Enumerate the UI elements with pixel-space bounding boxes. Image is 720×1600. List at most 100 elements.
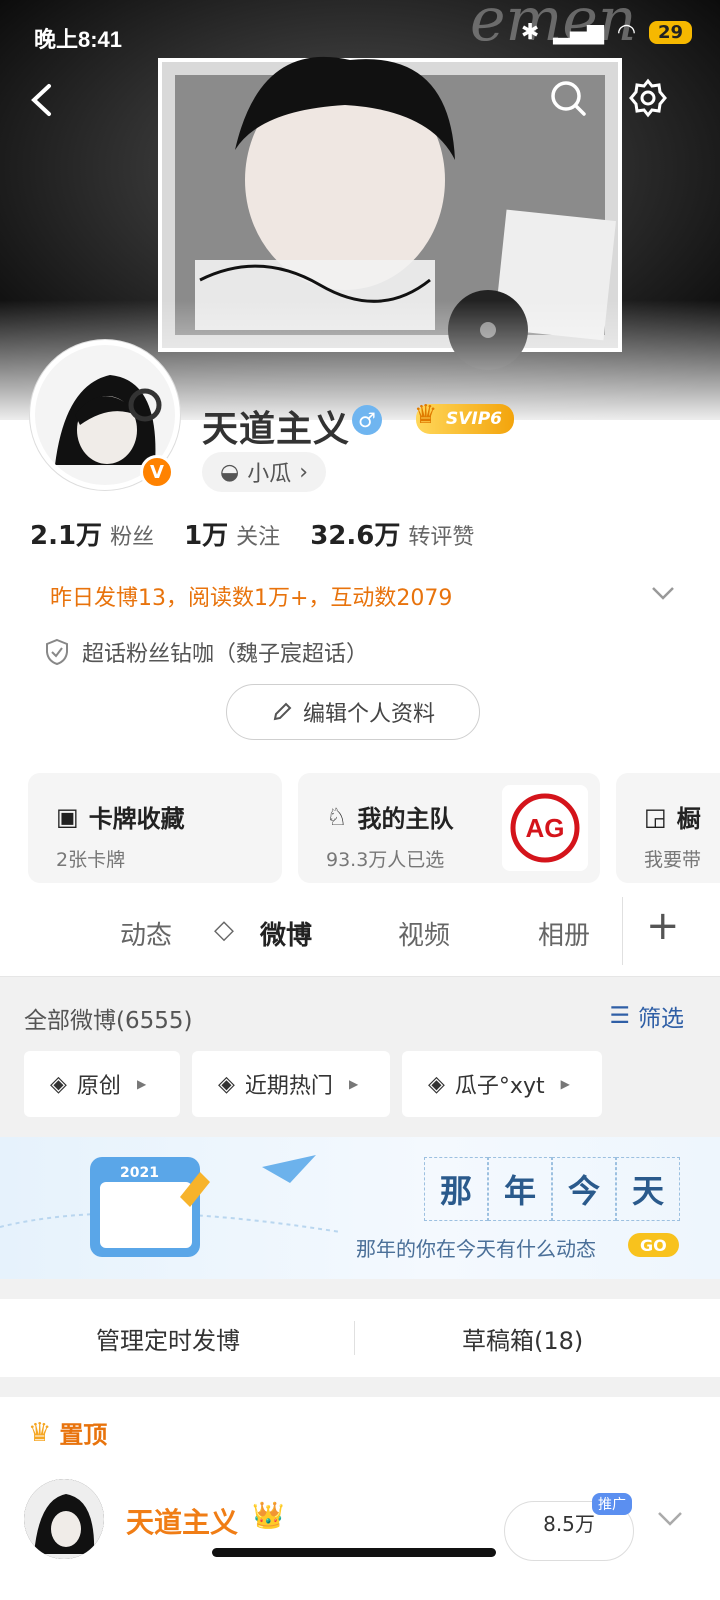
- chip-label: 近期热门: [244, 1074, 333, 1099]
- status-bar: 晚上8:41 ✱ ▂▄▆ ◠ 29: [0, 0, 720, 70]
- status-icons: ✱ ▂▄▆ ◠ 29: [521, 20, 692, 45]
- stat-value: 1万: [184, 521, 229, 551]
- signal-icon: ▂▄▆: [553, 20, 605, 45]
- chevron-right-icon: ›: [299, 459, 309, 485]
- caret-right-icon: ▶: [560, 1077, 570, 1091]
- pencil-icon: [273, 702, 292, 721]
- layers-icon: ◈: [218, 1071, 235, 1097]
- title-char: 天: [616, 1157, 680, 1221]
- chip-label: 瓜子°xyt: [454, 1074, 545, 1099]
- card-title: 我的主队: [357, 805, 454, 833]
- male-icon: ♂: [352, 405, 382, 435]
- stat-value: 2.1万: [30, 521, 103, 551]
- post-avatar[interactable]: [24, 1479, 104, 1559]
- promo-badge[interactable]: 推广: [592, 1493, 632, 1515]
- chevron-down-icon[interactable]: [656, 1509, 684, 1533]
- on-this-day-subtitle: 那年的你在今天有什么动态: [356, 1237, 596, 1261]
- pinned-section: ♛ 置顶 天道主义 👑 8.5万 推广: [0, 1397, 720, 1600]
- tab-activity[interactable]: 动态: [120, 915, 172, 952]
- tab-album[interactable]: 相册: [538, 915, 590, 952]
- super-topic-label: 超话粉丝钻咖（魏子宸超话）: [82, 642, 369, 667]
- daily-stats-info[interactable]: 昨日发博13，阅读数1万+，互动数2079: [50, 580, 452, 612]
- pinned-header: ♛ 置顶: [28, 1415, 107, 1450]
- filter-icon: ☰: [609, 1003, 630, 1029]
- stat-label: 转评赞: [408, 525, 475, 550]
- card-subtitle: 我要带: [644, 849, 702, 871]
- tab-weibo[interactable]: 微博: [260, 915, 312, 952]
- svg-text:AG: AG: [526, 813, 565, 843]
- melon-icon: ◒: [220, 459, 240, 485]
- card-home-team[interactable]: ♘ 我的主队 93.3万人已选 AG: [298, 773, 600, 883]
- all-posts-count: 全部微博(6555): [24, 1008, 193, 1034]
- layers-icon: ◈: [428, 1071, 445, 1097]
- chip-original[interactable]: ◈ 原创 ▶: [24, 1051, 180, 1117]
- super-topic-info[interactable]: 超话粉丝钻咖（魏子宸超话）: [44, 636, 368, 668]
- profile-page: emen 晚上8:41 ✱ ▂▄▆ ◠ 29 V 天道主义 ♂ ♛ SVIP6 …: [0, 0, 720, 1600]
- go-button[interactable]: GO: [628, 1233, 679, 1257]
- filter-label: 筛选: [638, 1006, 684, 1032]
- post-author[interactable]: 天道主义: [126, 1501, 238, 1541]
- chevron-down-icon[interactable]: [650, 580, 676, 606]
- svip-label: SVIP6: [446, 409, 503, 429]
- chip-label: 原创: [76, 1074, 121, 1099]
- tab-divider: [622, 897, 623, 965]
- caret-right-icon: ▶: [348, 1077, 359, 1091]
- drafts-button[interactable]: 草稿箱(18): [462, 1321, 583, 1356]
- schedule-row: 管理定时发博 草稿箱(18): [0, 1299, 720, 1377]
- caret-right-icon: ▶: [136, 1077, 147, 1091]
- search-icon[interactable]: [546, 76, 590, 120]
- stat-label: 粉丝: [110, 525, 155, 550]
- shield-icon: [46, 638, 68, 666]
- filter-area: 全部微博(6555) ☰ 筛选 ◈ 原创 ▶ ◈ 近期热门 ▶ ◈ 瓜子°xyt ▶: [0, 977, 720, 1137]
- chip-group[interactable]: ◈ 瓜子°xyt ▶: [402, 1051, 602, 1117]
- back-icon[interactable]: [20, 78, 64, 122]
- top-nav: [0, 70, 720, 130]
- stat-followers[interactable]: 2.1万 粉丝: [30, 515, 154, 552]
- bag-icon: ◲: [644, 802, 667, 831]
- calendar-illustration: 2021: [0, 1155, 340, 1257]
- stat-engagement[interactable]: 32.6万 转评赞: [310, 515, 474, 552]
- crown-icon: ♛: [414, 400, 438, 430]
- edit-profile-button[interactable]: 编辑个人资料: [226, 684, 480, 740]
- bluetooth-icon: ✱: [520, 20, 540, 45]
- title-char: 今: [552, 1157, 616, 1221]
- divider: [354, 1321, 355, 1355]
- feature-cards: ▣ 卡牌收藏 2张卡牌 ♘ 我的主队 93.3万人已选 AG ◲ 橱 我要带: [0, 765, 720, 885]
- svip-badge[interactable]: ♛ SVIP6: [414, 400, 515, 434]
- title-char: 年: [488, 1157, 552, 1221]
- scheduled-posts-button[interactable]: 管理定时发博: [96, 1321, 240, 1356]
- tab-video[interactable]: 视频: [398, 915, 450, 952]
- card-icon: ▣: [56, 802, 79, 831]
- on-this-day-title: 那 年 今 天: [424, 1157, 680, 1221]
- battery-level: 29: [648, 21, 692, 44]
- plus-icon[interactable]: +: [646, 903, 680, 949]
- wifi-icon: ◠: [618, 20, 635, 45]
- on-this-day-banner[interactable]: 2021 那 年 今 天 那年的你在今天有什么动态 GO: [0, 1137, 720, 1279]
- svg-text:2021: 2021: [120, 1165, 159, 1181]
- profile-tabs: 动态 ◇ 微博 视频 相册 +: [0, 885, 720, 977]
- filter-button[interactable]: ☰ 筛选: [609, 999, 684, 1033]
- card-subtitle: 93.3万人已选: [326, 849, 445, 871]
- stat-value: 32.6万: [310, 521, 401, 551]
- team-logo: AG: [502, 785, 588, 871]
- card-showcase[interactable]: ◲ 橱 我要带: [616, 773, 720, 883]
- crown-badge-icon: 👑: [252, 1501, 285, 1531]
- card-title: 卡牌收藏: [88, 805, 185, 833]
- card-title: 橱: [676, 805, 701, 833]
- crown-icon: ♛: [28, 1417, 52, 1448]
- user-tag-label: 小瓜: [247, 462, 292, 487]
- user-tag-chip[interactable]: ◒ 小瓜 ›: [202, 452, 327, 492]
- team-icon: ♘: [326, 802, 348, 831]
- home-indicator[interactable]: [212, 1548, 496, 1557]
- profile-name: 天道主义: [202, 409, 351, 450]
- layers-icon: ◈: [50, 1071, 67, 1097]
- gear-icon[interactable]: [626, 76, 670, 120]
- status-time: 晚上8:41: [34, 27, 123, 52]
- card-collection[interactable]: ▣ 卡牌收藏 2张卡牌: [28, 773, 282, 883]
- profile-stats: 2.1万 粉丝 1万 关注 32.6万 转评赞: [30, 515, 474, 552]
- diamond-icon: ◇: [214, 915, 234, 945]
- verified-badge: V: [140, 455, 174, 489]
- stat-label: 关注: [236, 525, 281, 550]
- stat-following[interactable]: 1万 关注: [184, 515, 280, 552]
- chip-recent-hot[interactable]: ◈ 近期热门 ▶: [192, 1051, 390, 1117]
